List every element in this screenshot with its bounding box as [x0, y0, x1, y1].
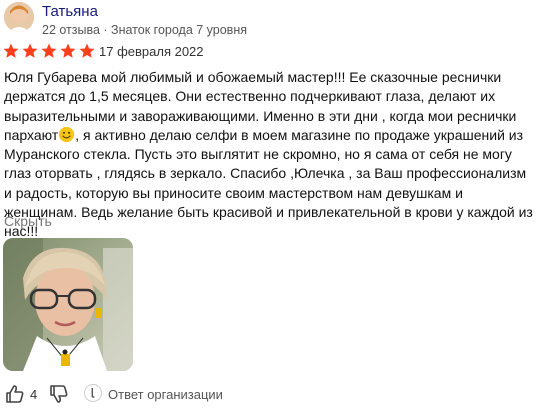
- dislike-button[interactable]: [48, 383, 70, 405]
- star-icon: [3, 43, 19, 58]
- star-icon: [60, 43, 76, 58]
- review-footer: 4 Ответ организации: [4, 383, 304, 405]
- star-rating: [2, 42, 96, 62]
- review-date: 17 февраля 2022: [99, 44, 204, 59]
- organization-logo-icon: [84, 384, 102, 402]
- author-name[interactable]: Татьяна: [42, 3, 98, 20]
- thumbs-down-icon: [50, 385, 68, 403]
- rating-row: 17 февраля 2022: [2, 42, 302, 62]
- like-button[interactable]: [4, 383, 26, 405]
- smiling-face-icon: [59, 126, 75, 143]
- star-icon: [22, 43, 38, 58]
- hide-link[interactable]: Скрыть: [4, 213, 52, 229]
- author-meta: 22 отзыва · Знаток города 7 уровня: [42, 23, 247, 37]
- review-header: Татьяна 22 отзыва · Знаток города 7 уров…: [4, 2, 524, 38]
- star-icon: [79, 43, 95, 58]
- star-icon: [41, 43, 57, 58]
- review-text: Юля Губарева мой любимый и обожаемый мас…: [4, 68, 534, 242]
- thumbs-up-icon: [6, 385, 24, 403]
- like-count: 4: [30, 387, 38, 402]
- organization-reply-link[interactable]: Ответ организации: [108, 387, 223, 402]
- review-photo[interactable]: [3, 238, 133, 371]
- review-text-part-2: , я активно делаю селфи в моем магазине …: [4, 126, 533, 240]
- avatar[interactable]: [4, 2, 34, 32]
